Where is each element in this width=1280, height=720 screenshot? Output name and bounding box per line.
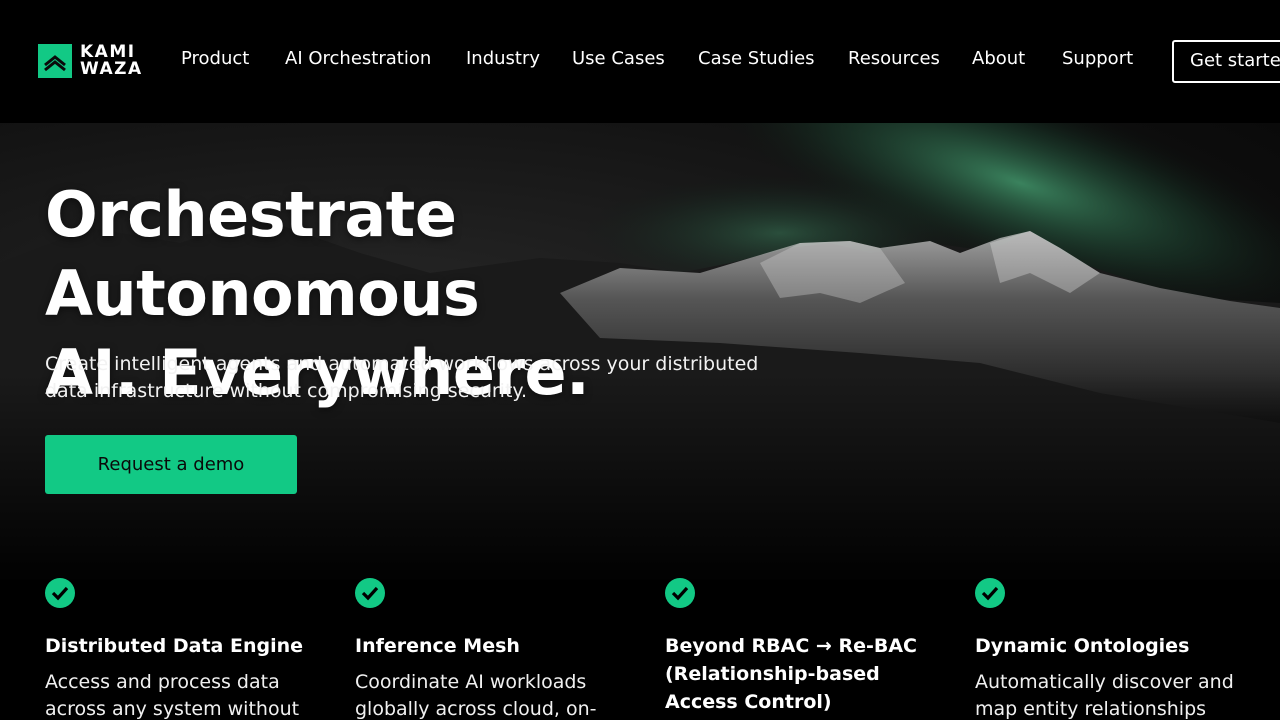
- nav-item-support[interactable]: Support: [1062, 48, 1133, 69]
- feature-description: Access and process data across any syste…: [45, 671, 300, 720]
- logo-wordmark: KAMI WAZA: [80, 44, 143, 78]
- logo-line-2: WAZA: [80, 59, 143, 79]
- nav-item-ai-orchestration[interactable]: AI Orchestration: [285, 48, 431, 69]
- check-circle-icon: [355, 578, 385, 608]
- nav-item-product[interactable]: Product: [181, 48, 249, 69]
- top-navigation: KAMI WAZA Product AI Orchestration Indus…: [0, 0, 1280, 123]
- nav-item-resources[interactable]: Resources: [848, 48, 940, 69]
- feature-title: Distributed Data Engine: [45, 635, 304, 657]
- check-circle-icon: [665, 578, 695, 608]
- nav-item-industry[interactable]: Industry: [466, 48, 540, 69]
- feature-title: Beyond RBAC → Re-BAC (Relationship-based…: [665, 635, 917, 713]
- nav-item-case-studies[interactable]: Case Studies: [698, 48, 815, 69]
- logo-mark-icon: [38, 44, 72, 78]
- nav-item-about[interactable]: About: [972, 48, 1025, 69]
- feature-rebac: Beyond RBAC → Re-BAC (Relationship-based…: [665, 578, 935, 716]
- check-circle-icon: [975, 578, 1005, 608]
- feature-description: Coordinate AI workloads globally across …: [355, 671, 597, 720]
- feature-inference-mesh: Inference Mesh Coordinate AI workloads g…: [355, 578, 615, 720]
- request-demo-button[interactable]: Request a demo: [45, 435, 297, 494]
- hero-section: Orchestrate Autonomous AI. Everywhere. C…: [0, 123, 1280, 580]
- feature-description: Automatically discover and map entity re…: [975, 671, 1234, 720]
- feature-title: Inference Mesh: [355, 635, 520, 657]
- hero-title-line-1: Orchestrate Autonomous: [45, 178, 480, 330]
- check-circle-icon: [45, 578, 75, 608]
- nav-item-use-cases[interactable]: Use Cases: [572, 48, 665, 69]
- get-started-button[interactable]: Get started: [1172, 40, 1280, 83]
- kamiwaza-logo[interactable]: KAMI WAZA: [38, 44, 143, 78]
- hero-subtitle: Create intelligent agents and automated …: [45, 353, 759, 402]
- feature-dynamic-ontologies: Dynamic Ontologies Automatically discove…: [975, 578, 1235, 720]
- feature-distributed-data-engine: Distributed Data Engine Access and proce…: [45, 578, 305, 720]
- feature-title: Dynamic Ontologies: [975, 635, 1190, 657]
